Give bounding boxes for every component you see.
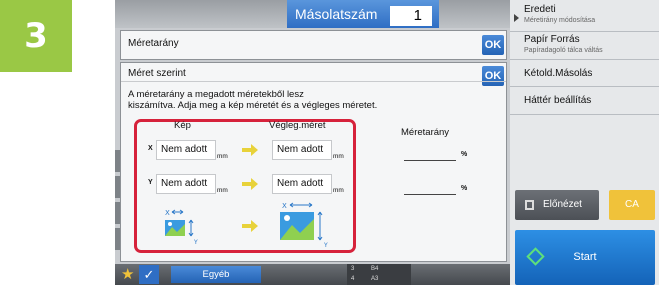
ratio-ok-button[interactable]: OK [482,35,504,55]
ratio-x-value [404,160,456,161]
percent-label: % [461,151,468,158]
paper-source-menu-item[interactable]: Papír Forrás Papíradagoló tálca váltás [510,32,659,60]
svg-text:X: X [282,202,287,210]
paper-size: B4 [371,266,379,272]
size-dialog: Méret szerint OK A méretarány a megadott… [120,62,507,262]
tray-number: 3 [351,266,355,272]
small-image-icon: X Y [165,209,198,246]
size-description: A méretarány a megadott méretekből lesz … [128,89,428,111]
svg-text:Y: Y [323,242,328,249]
description-line: kiszámítva. Adja meg a kép méretét és a … [128,100,378,111]
preview-label: Előnézet [543,199,582,210]
duplex-menu-item[interactable]: Kétold.Másolás [510,60,659,87]
size-ok-button[interactable]: OK [482,66,504,86]
description-line: A méretarány a megadott méretekből lesz [128,89,304,100]
arrow-right-icon [242,144,258,156]
y-final-field[interactable]: Nem adott [272,174,332,194]
ratio-header: Méretarány [401,127,450,138]
size-dialog-title: Méret szerint [128,68,186,79]
svg-text:Y: Y [193,239,198,246]
unit-label: mm [217,153,228,160]
start-label: Start [573,251,597,263]
unit-label: mm [333,187,344,194]
play-arrow-icon [514,14,519,22]
background-menu-item[interactable]: Háttér beállítás [510,87,659,115]
copier-screen: Másolatszám 1 Méretarány OK Méret szerin… [115,0,659,285]
menu-item-label: Papír Forrás [524,34,580,45]
menu-item-label: Eredeti [524,4,556,15]
start-button[interactable]: Start [515,230,655,285]
x-axis-label: X [148,145,153,152]
arrow-right-icon [242,178,258,190]
y-image-field[interactable]: Nem adott [156,174,216,194]
checkmark-icon[interactable]: ✓ [139,265,159,284]
preview-button[interactable]: Előnézet [515,190,599,220]
copies-bar: Másolatszám 1 [115,0,510,28]
original-menu-item[interactable]: Eredeti Méretirány módosítása [510,0,659,32]
ratio-dialog: Méretarány OK [120,30,507,60]
ratio-y-value [404,194,456,195]
x-final-field[interactable]: Nem adott [272,140,332,160]
unit-label: mm [333,153,344,160]
tray-number: 4 [351,276,355,282]
paper-indicator: 3 B4 4 A3 [347,264,411,285]
final-column-header: Végleg.méret [269,120,326,131]
other-button[interactable]: Egyéb [171,266,261,283]
clear-all-button[interactable]: CA [609,190,655,220]
percent-label: % [461,185,468,192]
right-panel: Eredeti Méretirány módosítása Papír Forr… [510,0,659,285]
svg-text:X: X [165,209,170,217]
x-image-field[interactable]: Nem adott [156,140,216,160]
image-column-header: Kép [174,120,191,131]
menu-item-label: Háttér beállítás [524,95,592,106]
menu-item-sublabel: Papíradagoló tálca váltás [524,47,603,54]
step-number: 3 [0,0,72,72]
menu-item-sublabel: Méretirány módosítása [524,17,596,24]
copies-input[interactable]: 1 [390,6,432,26]
arrow-right-icon [242,220,258,232]
y-axis-label: Y [148,179,153,186]
divider [121,81,506,82]
unit-label: mm [217,187,228,194]
large-image-icon: X Y [280,202,328,249]
ratio-dialog-title: Méretarány [128,38,179,49]
preview-icon [525,200,534,210]
star-icon[interactable]: ★ [121,265,134,283]
paper-size: A3 [371,276,379,282]
start-icon [526,247,545,266]
bottom-bar: ★ ✓ Egyéb 3 B4 4 A3 [115,264,510,285]
menu-item-label: Kétold.Másolás [524,68,593,79]
